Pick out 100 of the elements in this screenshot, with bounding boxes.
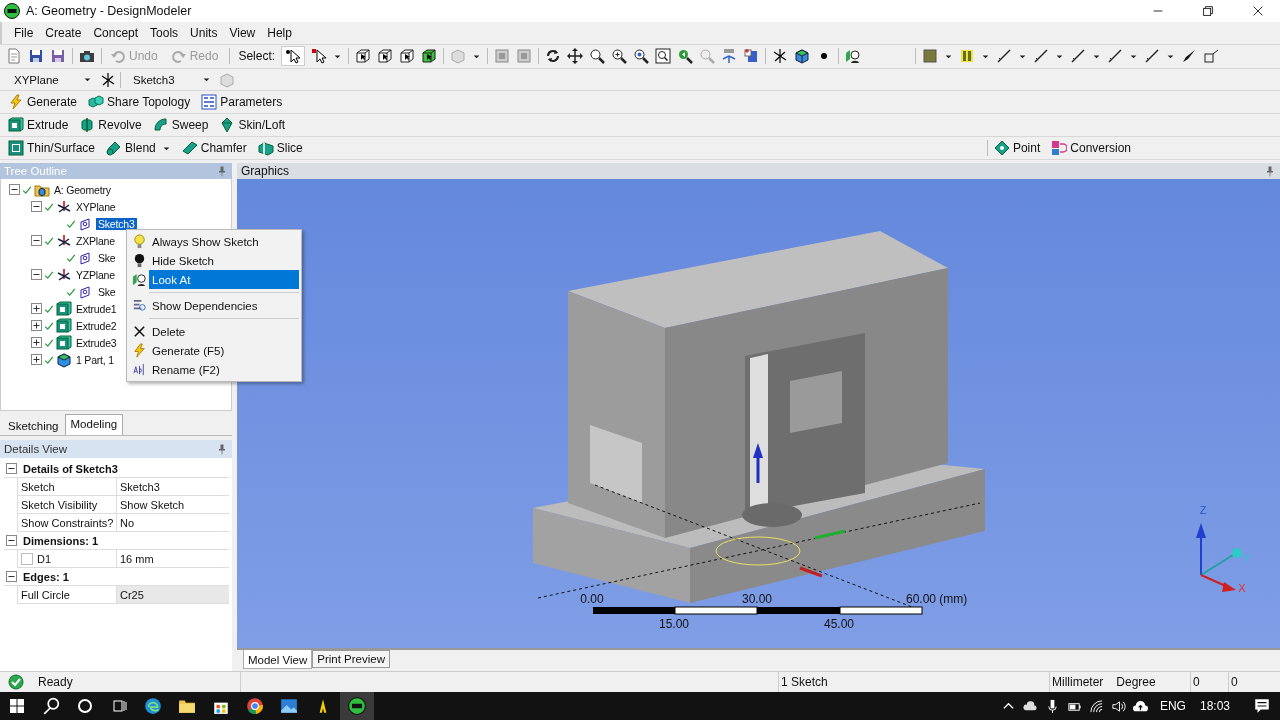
menu-item[interactable]: Look At — [129, 270, 299, 289]
minus-box-icon[interactable] — [31, 269, 42, 281]
menu-item[interactable]: Rename (F2) — [129, 360, 299, 379]
rotate-icon[interactable] — [545, 48, 562, 65]
browser-icon[interactable] — [144, 697, 162, 715]
zoom-icon[interactable] — [633, 48, 650, 65]
menu-item[interactable]: View — [223, 23, 262, 42]
menu-item[interactable]: Always Show Sketch — [129, 232, 299, 251]
menu-item[interactable]: Concept — [87, 23, 145, 42]
plus-box-icon[interactable] — [31, 320, 42, 332]
plane-view-icon[interactable] — [743, 48, 760, 65]
speaker-icon[interactable] — [1111, 698, 1127, 714]
toolbar-button[interactable]: Blend — [104, 138, 176, 159]
box-select-icon[interactable] — [377, 48, 394, 65]
toolbar-button[interactable]: Parameters — [199, 92, 288, 113]
tree-item[interactable]: Extrude3 — [74, 336, 119, 349]
toolbar-button[interactable]: Generate — [6, 92, 83, 113]
folder-icon[interactable] — [178, 697, 196, 715]
upload-icon[interactable] — [1133, 698, 1149, 714]
search-icon[interactable] — [42, 697, 60, 715]
line-icon[interactable] — [1070, 48, 1086, 65]
tree-item[interactable]: YZPlane — [74, 268, 117, 281]
minus-box-icon[interactable] — [6, 535, 17, 547]
minus-box-icon[interactable] — [31, 235, 42, 247]
app-logo-icon[interactable] — [348, 697, 366, 715]
zoom-in-icon[interactable] — [611, 48, 628, 65]
sketch-dropdown[interactable]: Sketch3 — [125, 70, 215, 89]
minus-box-icon[interactable] — [9, 184, 20, 196]
shading-icon[interactable] — [922, 48, 938, 65]
square-icon[interactable] — [1203, 48, 1219, 65]
box-select-icon[interactable] — [399, 48, 416, 65]
move-icon[interactable] — [567, 48, 584, 65]
tree-item[interactable]: Sketch3 — [96, 217, 137, 230]
box-select-icon[interactable] — [355, 48, 372, 65]
photo-icon[interactable] — [280, 697, 298, 715]
look-at-icon[interactable] — [845, 48, 862, 65]
minus-box-icon[interactable] — [6, 571, 17, 583]
box-select-icon[interactable] — [421, 48, 438, 65]
tree-item[interactable]: Extrude1 — [74, 302, 119, 315]
property-value[interactable]: No — [120, 516, 135, 529]
toolbar-button[interactable]: Slice — [255, 138, 308, 159]
triad-icon[interactable] — [100, 71, 116, 88]
tab[interactable]: Sketching — [2, 416, 65, 436]
wifi-icon[interactable] — [1089, 698, 1105, 714]
menu-item[interactable]: Units — [184, 23, 224, 42]
zoom-box-icon[interactable] — [655, 48, 672, 65]
toolbar-button[interactable]: Chamfer — [179, 138, 252, 159]
menu-item[interactable]: Show Dependencies — [129, 296, 299, 315]
minus-box-icon[interactable] — [31, 201, 42, 213]
notification-icon[interactable] — [1253, 697, 1271, 715]
toolbar-button[interactable]: Share Topology — [86, 92, 196, 113]
tree-item[interactable]: A: Geometry — [52, 183, 113, 196]
toolbar-button[interactable]: Skin/Loft — [217, 115, 291, 136]
restore-icon[interactable] — [1201, 3, 1215, 18]
property-value[interactable]: 16 mm — [120, 552, 154, 565]
toolbar-button[interactable]: Thin/Surface — [6, 138, 101, 159]
line-icon[interactable] — [996, 48, 1012, 65]
line-icon[interactable] — [1033, 48, 1049, 65]
menu-item[interactable]: Generate (F5) — [129, 341, 299, 360]
property-value[interactable]: Sketch3 — [120, 480, 160, 493]
toolbar-button[interactable]: Revolve — [77, 115, 147, 136]
iso-view-icon[interactable] — [721, 48, 738, 65]
tree-item[interactable]: Ske — [96, 251, 118, 264]
floppy-icon[interactable] — [28, 48, 44, 65]
tree-item[interactable]: Extrude2 — [74, 319, 119, 332]
property-value[interactable]: Show Sketch — [120, 498, 185, 511]
menu-item[interactable]: Delete — [129, 322, 299, 341]
line-icon[interactable] — [1144, 48, 1160, 65]
toolbar-button[interactable]: Point — [991, 138, 1046, 159]
menu-item[interactable]: Tools — [144, 23, 185, 42]
property-value[interactable]: Cr25 — [120, 588, 144, 601]
cube-icon[interactable] — [794, 48, 811, 65]
language-indicator[interactable]: ENG — [1151, 699, 1194, 713]
minus-box-icon[interactable] — [6, 463, 17, 475]
toolbar-button[interactable]: Conversion — [1049, 138, 1136, 159]
plane-dropdown[interactable]: XYPlane — [6, 70, 96, 89]
tab[interactable]: Print Preview — [312, 650, 390, 669]
plus-box-icon[interactable] — [31, 354, 42, 366]
toolbar-button[interactable]: Sweep — [150, 115, 214, 136]
tree-item[interactable]: Ske — [96, 285, 118, 298]
clock[interactable]: 18:03 — [1193, 699, 1244, 713]
plus-box-icon[interactable] — [31, 303, 42, 315]
line-icon[interactable] — [1107, 48, 1123, 65]
camera-icon[interactable] — [79, 48, 95, 65]
task-view-icon[interactable] — [111, 698, 127, 714]
zoom-back-icon[interactable] — [677, 48, 694, 65]
arrow-icon[interactable] — [1181, 48, 1197, 65]
menu-item[interactable]: Help — [261, 23, 298, 42]
browser-icon[interactable] — [246, 697, 264, 715]
zoom-icon[interactable] — [589, 48, 606, 65]
tab[interactable]: Modeling — [64, 414, 124, 436]
menu-item[interactable]: Hide Sketch — [129, 251, 299, 270]
cursor-icon[interactable] — [311, 48, 328, 65]
menu-item[interactable]: Create — [39, 23, 88, 42]
floppy-icon[interactable] — [50, 48, 66, 65]
checkbox[interactable] — [21, 552, 33, 565]
tab[interactable]: Model View — [243, 650, 313, 670]
plus-box-icon[interactable] — [31, 337, 42, 349]
windows-logo-icon[interactable] — [9, 698, 25, 714]
toolbar-button[interactable]: Extrude — [6, 115, 74, 136]
